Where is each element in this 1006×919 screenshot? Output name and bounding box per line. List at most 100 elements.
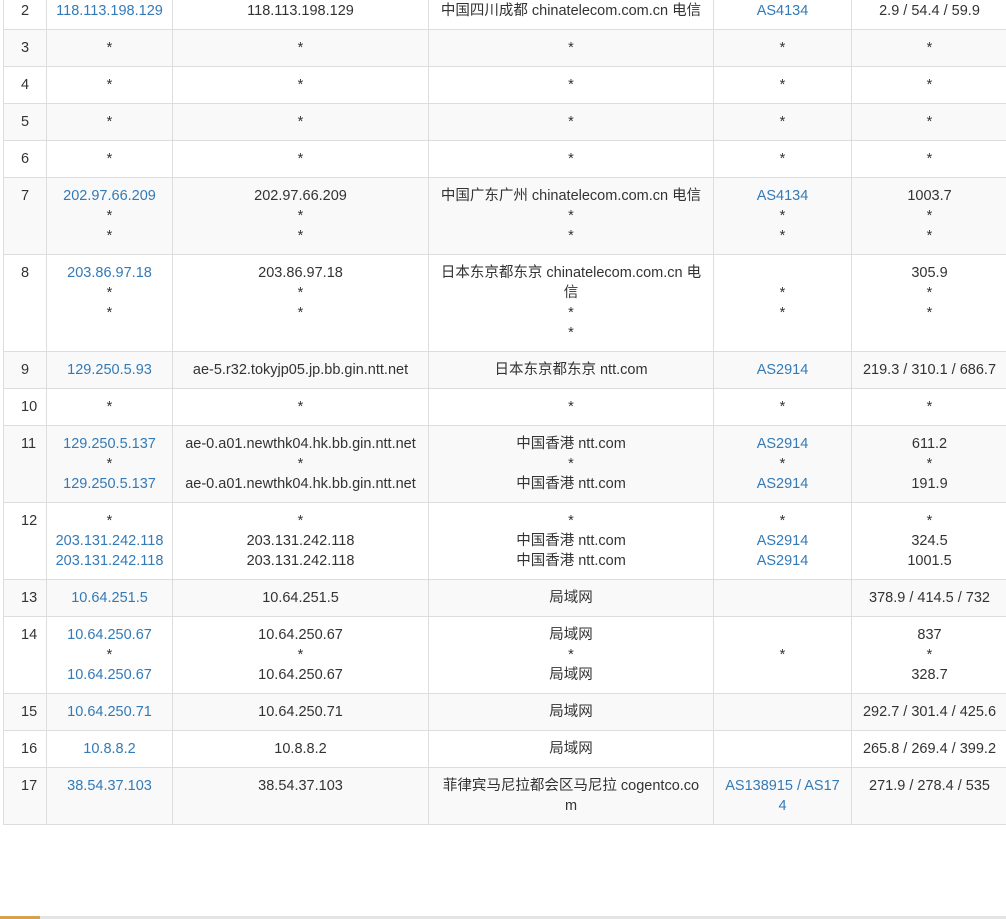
as-value: [722, 665, 843, 685]
host-value: 10.64.251.5: [262, 590, 339, 606]
latency-cell: *: [851, 140, 1006, 178]
host-value: *: [297, 513, 304, 529]
host-value: *: [297, 151, 304, 167]
asn-cell: [713, 693, 852, 731]
ip-link[interactable]: 10.64.250.67: [55, 665, 164, 685]
latency-cell: * 324.5 1001.5: [851, 502, 1006, 580]
table-row: 15 10.64.250.71 10.64.250.71 局域网 292.7 / 30…: [3, 693, 1006, 731]
host-value: ae-0.a01.newthk04.hk.bb.gin.ntt.net: [185, 436, 416, 452]
hostname-cell: *: [172, 66, 429, 104]
ip-link[interactable]: 10.64.250.71: [55, 702, 164, 722]
hostname-cell: 38.54.37.103: [172, 767, 429, 825]
time-value: 2.9 / 54.4 / 59.9: [879, 3, 980, 19]
latency-cell: *: [851, 103, 1006, 141]
ip-link[interactable]: 203.86.97.18: [55, 263, 164, 283]
latency-cell: *: [851, 388, 1006, 426]
host-value: ae-5.r32.tokyjp05.jp.bb.gin.ntt.net: [192, 362, 409, 378]
time-value: 219.3 / 310.1 / 686.7: [862, 362, 997, 378]
asn-cell: AS4134: [713, 0, 852, 30]
time-value: 265.8 / 269.4 / 399.2: [862, 741, 997, 757]
asn-link[interactable]: AS2914: [722, 474, 843, 494]
ip-cell: 202.97.66.209 * *: [46, 177, 173, 255]
asn-cell: [713, 579, 852, 617]
host-value: ae-0.a01.newthk04.hk.bb.gin.ntt.net: [185, 476, 416, 492]
ip-value: *: [106, 399, 113, 415]
ip-link[interactable]: 129.250.5.93: [55, 360, 164, 380]
asn-link[interactable]: AS2914: [722, 360, 843, 380]
ip-cell: 10.64.250.71: [46, 693, 173, 731]
hostname-cell: 10.64.250.71: [172, 693, 429, 731]
table-row: 7 202.97.66.209 * * 202.97.66.209 * * 中国广东广州 ch…: [3, 177, 1006, 255]
as-value: *: [779, 399, 786, 415]
location-cell: 局域网: [428, 693, 714, 731]
host-value: *: [297, 114, 304, 130]
hostname-cell: 202.97.66.209 * *: [172, 177, 429, 255]
loc-value: 局域网: [549, 704, 593, 720]
asn-link[interactable]: AS4134: [722, 186, 843, 206]
asn-cell: *: [713, 66, 852, 104]
ip-link[interactable]: 10.64.250.67: [55, 625, 164, 645]
host-value: 10.64.250.67: [258, 627, 343, 643]
time-value: *: [926, 77, 933, 93]
ip-link[interactable]: 10.64.251.5: [55, 588, 164, 608]
time-value: *: [926, 151, 933, 167]
ip-link[interactable]: 202.97.66.209: [55, 186, 164, 206]
ip-link[interactable]: 10.8.8.2: [55, 739, 164, 759]
time-value: 324.5: [911, 533, 948, 549]
loc-value: 菲律宾马尼拉都会区马尼拉 cogentco.com: [442, 778, 700, 814]
ip-value: *: [106, 647, 113, 663]
host-value: 10.8.8.2: [274, 741, 327, 757]
asn-cell: AS138915 / AS174: [713, 767, 852, 825]
asn-link[interactable]: AS2914: [722, 434, 843, 454]
time-value: 1001.5: [907, 553, 952, 569]
ip-cell: * 203.131.242.118 203.131.242.118: [46, 502, 173, 580]
ip-link[interactable]: 203.131.242.118: [55, 551, 164, 571]
as-value: [722, 702, 843, 722]
loc-value: 日本东京都东京 ntt.com: [494, 362, 648, 378]
asn-cell: AS2914: [713, 351, 852, 389]
hostname-cell: *: [172, 29, 429, 67]
ip-link[interactable]: 203.131.242.118: [55, 531, 164, 551]
ip-link[interactable]: 38.54.37.103: [55, 776, 164, 796]
location-cell: * 中国香港 ntt.com 中国香港 ntt.com: [428, 502, 714, 580]
time-value: *: [926, 40, 933, 56]
ip-link[interactable]: 118.113.198.129: [55, 1, 164, 21]
hostname-cell: 118.113.198.129: [172, 0, 429, 30]
loc-value: 中国广东广州 chinatelecom.com.cn 电信: [440, 188, 702, 204]
ip-link[interactable]: 129.250.5.137: [55, 474, 164, 494]
ip-link[interactable]: 129.250.5.137: [55, 434, 164, 454]
asn-cell: AS2914 * AS2914: [713, 425, 852, 503]
hop-number-cell: 8: [3, 254, 47, 352]
as-value: [722, 739, 843, 759]
asn-link[interactable]: AS4134: [722, 1, 843, 21]
asn-link[interactable]: AS2914: [722, 551, 843, 571]
hostname-cell: *: [172, 388, 429, 426]
ip-value: *: [106, 77, 113, 93]
ip-cell: 10.8.8.2: [46, 730, 173, 768]
time-value: *: [926, 647, 933, 663]
table-row: 8 203.86.97.18 * * 203.86.97.18 * * 日本东京都东京 chi…: [3, 254, 1006, 352]
hop-number-cell: 16: [3, 730, 47, 768]
time-value: *: [926, 305, 933, 321]
loc-value: 局域网: [549, 590, 593, 606]
hop-number-cell: 5: [3, 103, 47, 141]
ip-cell: 129.250.5.137 * 129.250.5.137: [46, 425, 173, 503]
loc-value: 日本东京都东京 chinatelecom.com.cn 电信: [440, 265, 702, 301]
time-value: 328.7: [911, 667, 948, 683]
hop-number-cell: 2: [3, 0, 47, 30]
latency-cell: 2.9 / 54.4 / 59.9: [851, 0, 1006, 30]
hop-number-cell: 4: [3, 66, 47, 104]
latency-cell: 292.7 / 301.4 / 425.6: [851, 693, 1006, 731]
hop-number-cell: 15: [3, 693, 47, 731]
time-value: 305.9: [911, 265, 948, 281]
ip-cell: 203.86.97.18 * *: [46, 254, 173, 352]
asn-cell: * *: [713, 254, 852, 352]
hostname-cell: *: [172, 140, 429, 178]
time-value: 611.2: [911, 436, 948, 452]
location-cell: 日本东京都东京 ntt.com: [428, 351, 714, 389]
host-value: 10.64.250.67: [258, 667, 343, 683]
asn-link[interactable]: AS2914: [722, 531, 843, 551]
loc-value: 中国香港 ntt.com: [516, 553, 626, 569]
location-cell: 中国广东广州 chinatelecom.com.cn 电信 * *: [428, 177, 714, 255]
asn-link[interactable]: AS138915 / AS174: [722, 776, 843, 816]
